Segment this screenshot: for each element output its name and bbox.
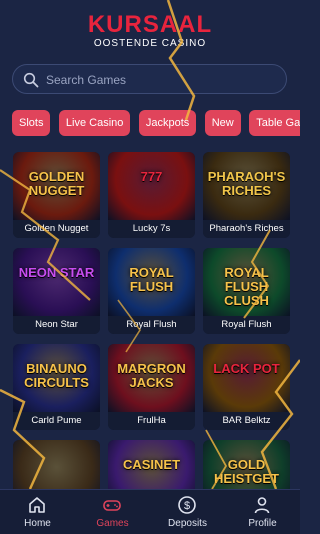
- category-chip-jackpots[interactable]: Jackpots: [138, 110, 197, 136]
- game-art-title: GOLD HEISTGET: [213, 457, 279, 486]
- nav-label: Deposits: [168, 518, 207, 529]
- game-art-title: NEON STAR: [18, 265, 95, 280]
- game-caption: Carld Pume: [13, 412, 100, 430]
- game-caption: Pharaoh's Riches: [203, 220, 290, 238]
- game-art: [13, 248, 100, 316]
- game-art-title: 777: [140, 169, 163, 184]
- dollar-icon: $: [178, 496, 196, 514]
- nav-label: Profile: [248, 518, 277, 529]
- game-tile-binauno-circults[interactable]: BINAUNO CIRCULTS Carld Pume: [13, 344, 100, 430]
- game-caption: FrulHa: [108, 412, 195, 430]
- game-art-title: PHARAOH'S RICHES: [207, 169, 286, 198]
- game-art-title: BINAUNO CIRCULTS: [24, 361, 89, 390]
- category-chip-live-casino[interactable]: Live Casino: [58, 110, 131, 136]
- nav-deposits[interactable]: $ Deposits: [150, 490, 225, 534]
- game-tile-margron-jacks[interactable]: MARGRON JACKS FrulHa: [108, 344, 195, 430]
- user-icon: [254, 497, 270, 514]
- game-art-title: CASINET: [122, 457, 181, 472]
- game-art: [203, 344, 290, 412]
- game-tile-lucky-7s[interactable]: 777 Lucky 7s: [108, 152, 195, 238]
- game-tile-lack-pot[interactable]: LACK POT BAR Belktz: [203, 344, 290, 430]
- gamepad-icon: [103, 500, 121, 511]
- category-chip-new[interactable]: New: [204, 110, 241, 136]
- game-art-title: ROYAL FLUSH: [129, 265, 174, 294]
- nav-label: Games: [96, 518, 129, 529]
- game-art-title: LACK POT: [213, 361, 280, 376]
- game-caption: Royal Flush: [203, 316, 290, 334]
- category-chip-slots[interactable]: Slots: [12, 110, 51, 136]
- nav-games[interactable]: Games: [75, 490, 150, 534]
- home-icon: [29, 497, 45, 513]
- game-caption: Neon Star: [13, 316, 100, 334]
- game-tile-neon-star[interactable]: NEON STAR Neon Star: [13, 248, 100, 334]
- game-tile-royal-flush[interactable]: ROYAL FLUSH Royal Flush: [108, 248, 195, 334]
- nav-label: Home: [24, 518, 51, 529]
- game-art-title: GOLDEN NUGGET: [28, 169, 85, 198]
- game-art-title: MARGRON JACKS: [117, 361, 186, 390]
- game-art: [108, 152, 195, 220]
- category-tabs: Slots Live Casino Jackpots New Table Gam…: [12, 110, 300, 136]
- nav-home[interactable]: Home: [0, 490, 75, 534]
- header: KURSAAL OOSTENDE CASINO: [0, 0, 300, 58]
- nav-profile[interactable]: Profile: [225, 490, 300, 534]
- bottom-nav: Home Games $ Deposits Profile: [0, 489, 300, 534]
- game-caption: Royal Flush: [108, 316, 195, 334]
- svg-text:$: $: [184, 500, 190, 512]
- game-tile-pharaohs-riches[interactable]: PHARAOH'S RICHES Pharaoh's Riches: [203, 152, 290, 238]
- game-tile-golden-nugget[interactable]: GOLDEN NUGGET Golden Nugget: [13, 152, 100, 238]
- game-tile-royal-flush-clush[interactable]: ROYAL FLUSH CLUSH Royal Flush: [203, 248, 290, 334]
- category-chip-table-games[interactable]: Table Games: [249, 110, 300, 136]
- brand-subtitle: OOSTENDE CASINO: [93, 38, 207, 49]
- search-input[interactable]: Search Games: [12, 64, 287, 94]
- game-art-title: ROYAL FLUSH CLUSH: [224, 265, 269, 308]
- search-icon: [23, 72, 39, 88]
- brand-logo: KURSAAL: [87, 11, 213, 38]
- game-caption: Lucky 7s: [108, 220, 195, 238]
- game-caption: BAR Belktz: [203, 412, 290, 430]
- game-caption: Golden Nugget: [13, 220, 100, 238]
- search-placeholder: Search Games: [46, 73, 127, 87]
